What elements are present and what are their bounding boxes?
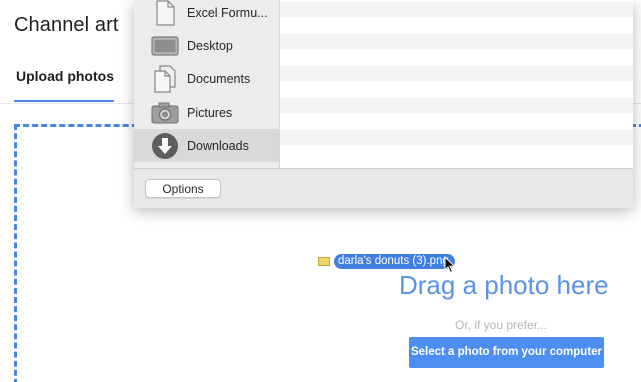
file-list-row[interactable] (280, 98, 633, 114)
desktop-folder-icon (151, 32, 179, 60)
file-list-row[interactable] (280, 82, 633, 98)
file-list-row[interactable] (280, 114, 633, 130)
file-list[interactable] (280, 0, 633, 168)
mouse-pointer-icon (444, 256, 456, 274)
file-list-row[interactable] (280, 18, 633, 34)
file-list-row[interactable] (280, 50, 633, 66)
select-photo-button[interactable]: Select a photo from your computer (409, 337, 604, 368)
screen: Channel art Upload photos Drag a photo h… (0, 0, 641, 382)
sidebar-item-pictures[interactable]: Pictures (134, 96, 279, 129)
dialog-title: Channel art (14, 14, 119, 36)
camera-icon (151, 99, 179, 127)
file-list-row[interactable] (280, 130, 633, 146)
document-icon (151, 0, 179, 27)
tab-upload-photos[interactable]: Upload photos (16, 68, 114, 84)
file-list-row[interactable] (280, 66, 633, 82)
downloads-icon (151, 132, 179, 160)
sidebar-item-desktop[interactable]: Desktop (134, 29, 279, 62)
active-tab-indicator (14, 100, 114, 102)
image-file-icon (318, 256, 330, 266)
sidebar-item-documents[interactable]: Documents (134, 62, 279, 95)
file-list-row[interactable] (280, 2, 633, 18)
prefer-subtext: Or, if you prefer... (455, 318, 548, 332)
documents-icon (151, 64, 179, 93)
sidebar-item-label: Desktop (187, 38, 233, 53)
sidebar-item-label: Pictures (187, 105, 233, 120)
options-button[interactable]: Options (145, 179, 221, 198)
file-list-row[interactable] (280, 146, 633, 162)
sidebar-item-label: Downloads (187, 138, 249, 153)
file-picker-footer: Options (134, 168, 633, 208)
file-picker-dialog: Excel Formu... Desktop Documents Picture… (134, 0, 633, 208)
sidebar-item-downloads[interactable]: Downloads (134, 129, 279, 162)
drag-photo-headline: Drag a photo here (399, 270, 609, 300)
file-list-row[interactable] (280, 34, 633, 50)
dragged-file-name: darla's donuts (3).png (334, 253, 455, 269)
file-picker-sidebar: Excel Formu... Desktop Documents Picture… (134, 0, 280, 168)
sidebar-item-excel-formulas[interactable]: Excel Formu... (134, 0, 279, 29)
sidebar-item-label: Excel Formu... (187, 5, 268, 20)
sidebar-item-label: Documents (187, 71, 251, 86)
dragged-file[interactable]: darla's donuts (3).png (318, 253, 455, 269)
